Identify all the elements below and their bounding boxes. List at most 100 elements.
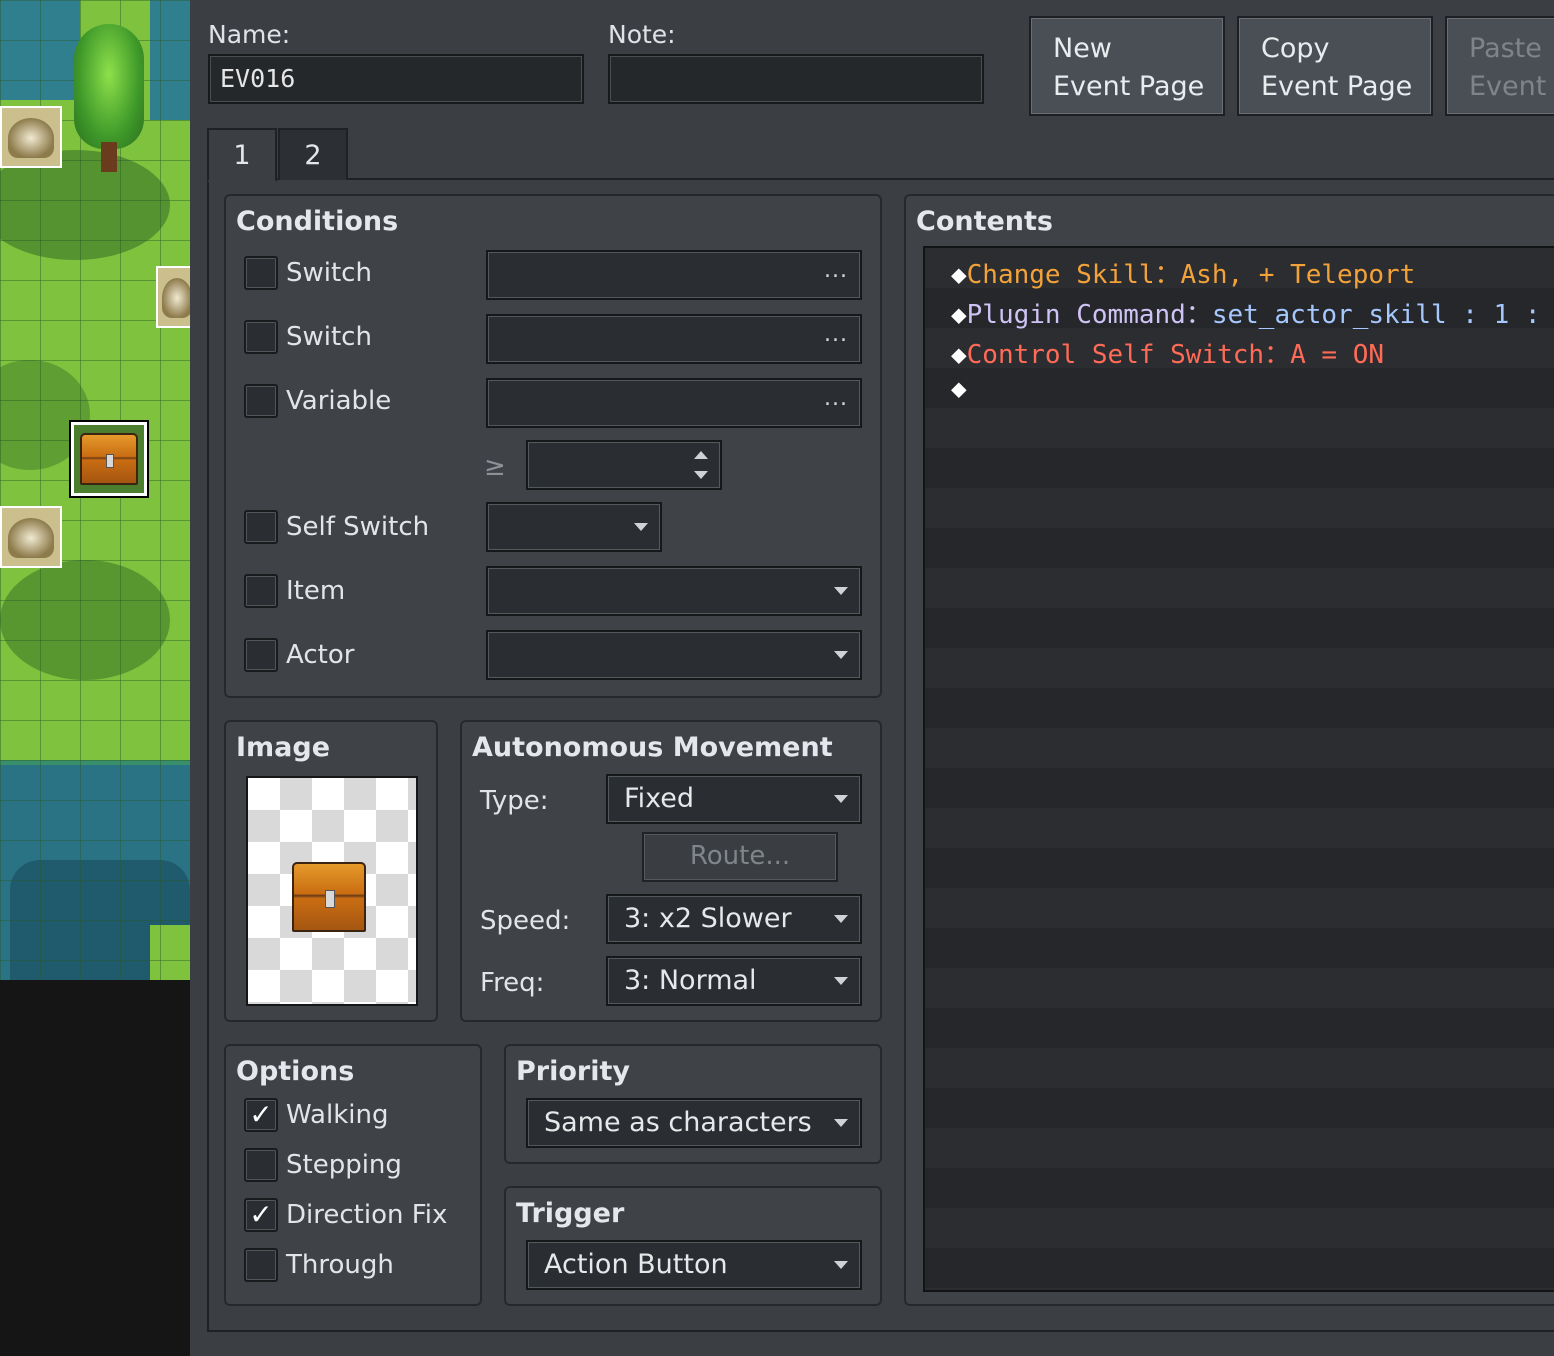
diamond-icon: ◆ [951, 260, 967, 290]
actor-checkbox[interactable] [244, 638, 278, 672]
variable-value-spinner[interactable] [526, 440, 722, 490]
event-tile[interactable] [0, 106, 62, 168]
item-label: Item [286, 576, 346, 606]
trigger-select[interactable]: Action Button [526, 1240, 862, 1290]
chevron-down-icon [834, 1119, 848, 1127]
spin-down-icon[interactable] [694, 471, 708, 479]
map-preview [0, 0, 190, 980]
trigger-value: Action Button [544, 1249, 728, 1280]
diamond-icon: ◆ [951, 374, 967, 404]
switch2-select[interactable]: ... [486, 314, 862, 364]
command-args: Ash, + Teleport [1180, 260, 1416, 290]
command-args: set_actor_skill : 1 : 5 [1211, 300, 1554, 330]
tab-page-2[interactable]: 2 [278, 128, 348, 180]
self-switch-checkbox[interactable] [244, 510, 278, 544]
priority-group: Priority Same as characters [504, 1044, 882, 1164]
command-control-self-switch[interactable]: ◆Control Self Switch：A = ON [951, 334, 1384, 371]
movement-group: Autonomous Movement Type: Fixed Route...… [460, 720, 882, 1022]
paste-event-page-button[interactable]: Paste Event [1445, 16, 1554, 116]
command-empty[interactable]: ◆ [951, 374, 967, 404]
trigger-title: Trigger [516, 1198, 625, 1229]
walking-checkbox[interactable]: ✓ [244, 1098, 278, 1132]
command-args: A = ON [1290, 340, 1385, 370]
movement-speed-select[interactable]: 3: x2 Slower [606, 894, 862, 944]
command-separator: ： [1154, 260, 1181, 290]
chevron-down-icon [834, 587, 848, 595]
priority-select[interactable]: Same as characters [526, 1098, 862, 1148]
speed-label: Speed: [480, 906, 571, 936]
switch2-checkbox[interactable] [244, 320, 278, 354]
chevron-down-icon [834, 977, 848, 985]
priority-value: Same as characters [544, 1107, 812, 1138]
name-input[interactable]: EV016 [208, 54, 584, 104]
stepping-checkbox[interactable] [244, 1148, 278, 1182]
route-button[interactable]: Route... [642, 832, 838, 882]
contents-title: Contents [916, 206, 1054, 237]
self-switch-label: Self Switch [286, 512, 430, 542]
image-preview[interactable] [246, 776, 418, 1006]
new-event-page-button[interactable]: New Event Page [1029, 16, 1225, 116]
selected-event-tile[interactable] [69, 420, 149, 498]
ellipsis-icon: ... [824, 258, 848, 283]
chevron-down-icon [634, 523, 648, 531]
event-editor: Name: EV016 Note: New Event Page Copy Ev… [190, 0, 1554, 1356]
stepping-label: Stepping [286, 1150, 402, 1180]
diamond-icon: ◆ [951, 340, 967, 370]
chevron-down-icon [834, 651, 848, 659]
chevron-down-icon [834, 1261, 848, 1269]
item-checkbox[interactable] [244, 574, 278, 608]
treasure-chest-icon [80, 433, 138, 485]
command-separator: ： [1185, 300, 1212, 330]
movement-type-select[interactable]: Fixed [606, 774, 862, 824]
event-tile[interactable] [0, 506, 62, 568]
options-group: Options ✓ Walking Stepping ✓ Direction F… [224, 1044, 482, 1306]
command-plugin[interactable]: ◆Plugin Command：set_actor_skill : 1 : 5 [951, 294, 1554, 331]
name-value: EV016 [220, 64, 296, 93]
movement-freq-value: 3: Normal [624, 965, 757, 996]
direction-fix-checkbox[interactable]: ✓ [244, 1198, 278, 1232]
movement-speed-value: 3: x2 Slower [624, 903, 792, 934]
switch1-checkbox[interactable] [244, 256, 278, 290]
command-change-skill[interactable]: ◆Change Skill：Ash, + Teleport [951, 254, 1415, 291]
variable-operator: ≥ [484, 452, 506, 482]
movement-title: Autonomous Movement [472, 732, 833, 763]
movement-freq-select[interactable]: 3: Normal [606, 956, 862, 1006]
chevron-down-icon [834, 915, 848, 923]
self-switch-select[interactable] [486, 502, 662, 552]
variable-label: Variable [286, 386, 392, 416]
note-label: Note: [608, 20, 676, 49]
event-tile[interactable] [156, 266, 190, 328]
conditions-title: Conditions [236, 206, 399, 237]
ellipsis-icon: ... [824, 322, 848, 347]
event-command-list[interactable]: ◆Change Skill：Ash, + Teleport ◆Plugin Co… [923, 246, 1554, 1292]
actor-select[interactable] [486, 630, 862, 680]
copy-event-page-button[interactable]: Copy Event Page [1237, 16, 1433, 116]
switch1-select[interactable]: ... [486, 250, 862, 300]
spin-up-icon[interactable] [694, 451, 708, 459]
command-separator: ： [1264, 340, 1291, 370]
walking-label: Walking [286, 1100, 389, 1130]
through-checkbox[interactable] [244, 1248, 278, 1282]
item-select[interactable] [486, 566, 862, 616]
through-label: Through [286, 1250, 394, 1280]
diamond-icon: ◆ [951, 300, 967, 330]
map-empty-area [0, 980, 190, 1356]
command-head: Change Skill [966, 260, 1155, 290]
command-head: Control Self Switch [966, 340, 1265, 370]
variable-checkbox[interactable] [244, 384, 278, 418]
direction-fix-label: Direction Fix [286, 1200, 448, 1230]
actor-label: Actor [286, 640, 355, 670]
command-head: Plugin Command [966, 300, 1186, 330]
variable-select[interactable]: ... [486, 378, 862, 428]
tab-page-1[interactable]: 1 [207, 128, 277, 182]
ellipsis-icon: ... [824, 386, 848, 411]
tree-icon [74, 24, 144, 174]
image-group: Image [224, 720, 438, 1022]
note-input[interactable] [608, 54, 984, 104]
movement-type-value: Fixed [624, 783, 694, 814]
freq-label: Freq: [480, 968, 545, 998]
type-label: Type: [480, 786, 549, 816]
treasure-chest-icon [292, 862, 366, 932]
switch2-label: Switch [286, 322, 372, 352]
switch1-label: Switch [286, 258, 372, 288]
